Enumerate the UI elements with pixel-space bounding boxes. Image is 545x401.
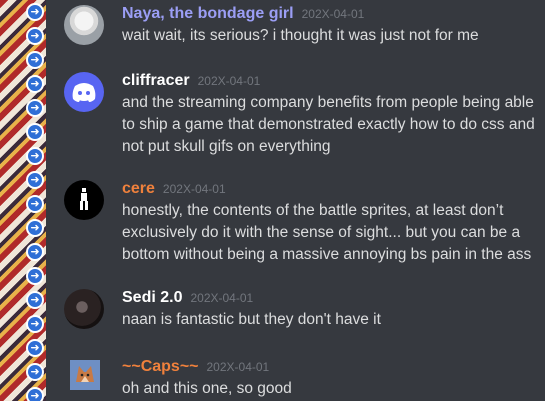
message-text: honestly, the contents of the battle spr…	[122, 202, 532, 263]
arrow-icon: ➜	[26, 195, 44, 213]
message-header: ~~Caps~~ 202X-04-01	[122, 356, 539, 378]
dark-photo-avatar-icon[interactable]	[64, 289, 104, 329]
arrow-icon: ➜	[26, 315, 44, 333]
emoji-tile: ➜	[0, 360, 46, 384]
arrow-icon: ➜	[26, 51, 44, 69]
discord-logo-icon[interactable]	[64, 72, 104, 112]
message-header: Naya, the bondage girl 202X-04-01	[122, 3, 539, 25]
username[interactable]: Sedi 2.0	[122, 289, 182, 306]
arrow-icon: ➜	[26, 291, 44, 309]
arrow-icon: ➜	[26, 267, 44, 285]
username[interactable]: cliffracer	[122, 72, 190, 89]
username[interactable]: cere	[122, 180, 155, 197]
discord-logo-glyph	[72, 83, 96, 102]
username[interactable]: Naya, the bondage girl	[122, 5, 294, 22]
timestamp: 202X-04-01	[206, 360, 270, 374]
arrow-icon: ➜	[26, 147, 44, 165]
arrow-icon: ➜	[26, 387, 44, 401]
arrow-icon: ➜	[26, 123, 44, 141]
emoji-tile: ➜	[0, 312, 46, 336]
arrow-icon: ➜	[26, 243, 44, 261]
timestamp: 202X-04-01	[162, 182, 226, 196]
message-header: cliffracer 202X-04-01	[122, 70, 539, 92]
message-header: Sedi 2.0 202X-04-01	[122, 287, 539, 309]
emoji-tile: ➜	[0, 192, 46, 216]
arrow-icon: ➜	[26, 363, 44, 381]
emoji-tile: ➜	[0, 216, 46, 240]
message-text: naan is fantastic but they don't have it	[122, 311, 381, 328]
emoji-tile: ➜	[0, 72, 46, 96]
arrow-icon: ➜	[26, 219, 44, 237]
emoji-tile: ➜	[0, 48, 46, 72]
arrow-icon: ➜	[26, 339, 44, 357]
left-emoji-strip: ➜ ➜ ➜ ➜ ➜ ➜ ➜ ➜ ➜ ➜ ➜ ➜ ➜ ➜ ➜ ➜ ➜	[0, 0, 46, 401]
emoji-tile: ➜	[0, 24, 46, 48]
arrow-icon: ➜	[26, 3, 44, 21]
emoji-tile: ➜	[0, 288, 46, 312]
emoji-tile: ➜	[0, 240, 46, 264]
emoji-tile: ➜	[0, 0, 46, 24]
emoji-tile: ➜	[0, 120, 46, 144]
pixel-figure-icon[interactable]	[64, 180, 104, 220]
message-text: wait wait, its serious? i thought it was…	[122, 27, 479, 44]
anime-avatar-icon[interactable]	[64, 5, 104, 45]
username[interactable]: ~~Caps~~	[122, 358, 199, 375]
arrow-icon: ➜	[26, 27, 44, 45]
message-text: and the streaming company benefits from …	[122, 94, 535, 155]
arrow-icon: ➜	[26, 171, 44, 189]
fox-avatar-icon[interactable]	[70, 360, 100, 390]
emoji-tile: ➜	[0, 168, 46, 192]
message-header: cere 202X-04-01	[122, 178, 539, 200]
emoji-tile: ➜	[0, 96, 46, 120]
timestamp: 202X-04-01	[197, 74, 261, 88]
timestamp: 202X-04-01	[190, 291, 254, 305]
arrow-icon: ➜	[26, 99, 44, 117]
fox-glyph	[70, 360, 100, 390]
pixel-figure-glyph	[80, 188, 88, 210]
message-text: oh and this one, so good	[122, 380, 292, 397]
emoji-tile: ➜	[0, 336, 46, 360]
emoji-tile: ➜	[0, 264, 46, 288]
emoji-tile: ➜	[0, 144, 46, 168]
emoji-tile: ➜	[0, 384, 46, 401]
arrow-icon: ➜	[26, 75, 44, 93]
timestamp: 202X-04-01	[301, 7, 365, 21]
